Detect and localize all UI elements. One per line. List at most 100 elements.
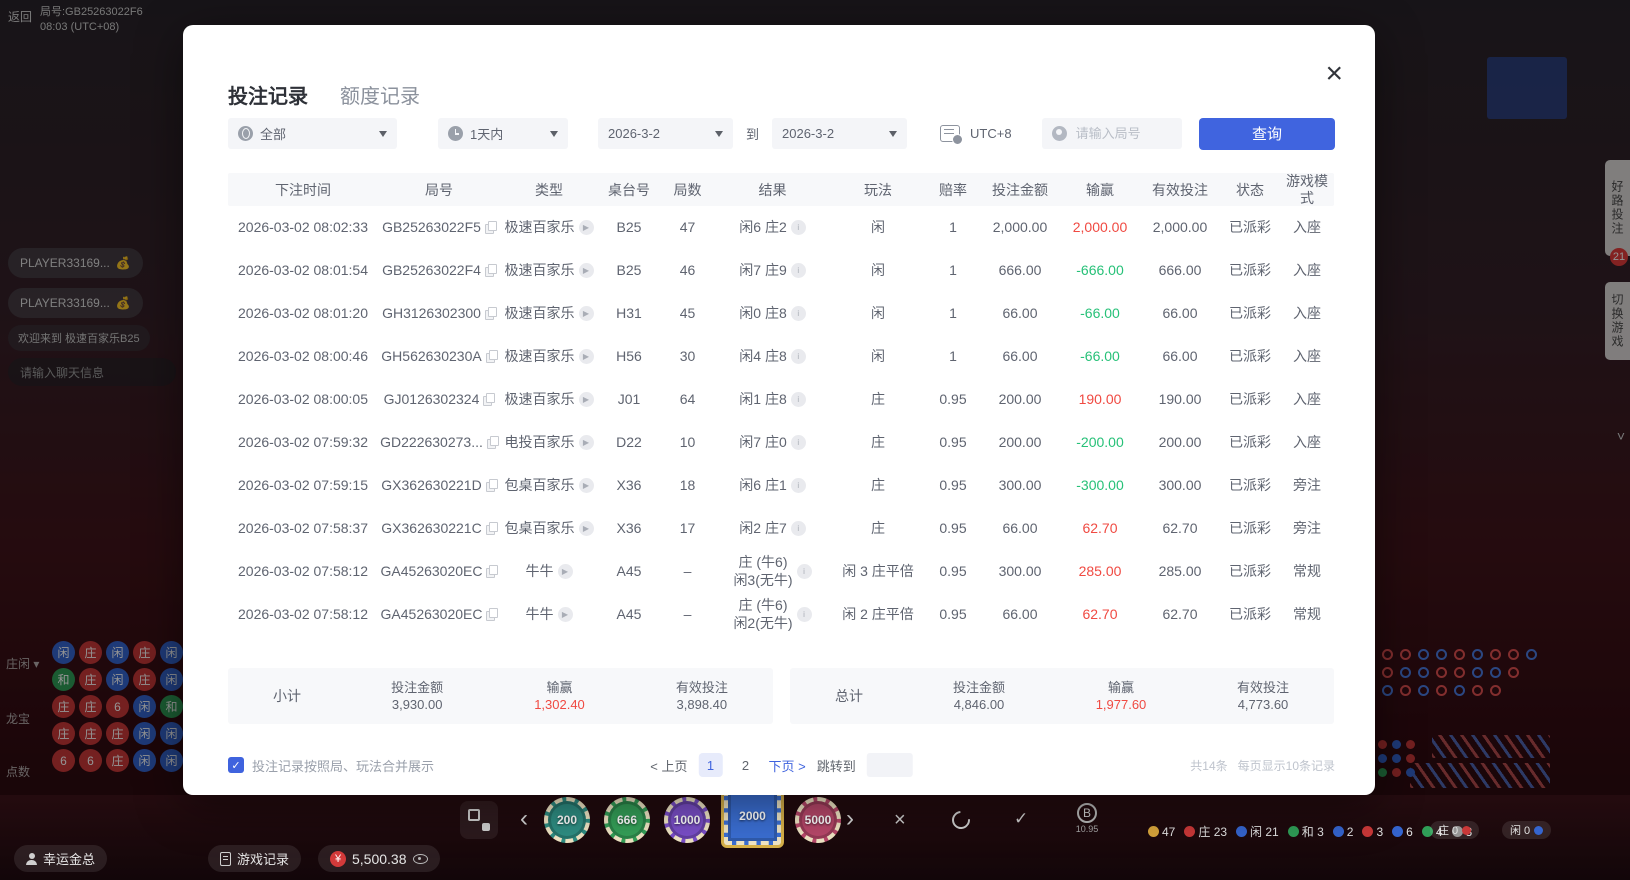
copy-icon[interactable]: [486, 608, 497, 621]
copy-icon[interactable]: [486, 479, 497, 492]
play-icon[interactable]: ▶: [579, 521, 594, 536]
copy-icon[interactable]: [485, 307, 496, 320]
next-page-button[interactable]: 下页 >: [768, 756, 805, 775]
cell-bet-amount: 200.00: [980, 378, 1060, 421]
table-body: 2026-03-02 08:02:33 GB25263022F5 极速百家乐▶ …: [228, 206, 1334, 636]
cell-result: 庄 (牛6)闲2(无牛)i: [715, 593, 830, 636]
copy-icon[interactable]: [487, 436, 498, 449]
copy-icon[interactable]: [485, 264, 496, 277]
cell-result: 闲6 庄2i: [715, 206, 830, 249]
page-button-2[interactable]: 2: [733, 753, 757, 777]
copy-icon[interactable]: [486, 350, 497, 363]
jump-page-input[interactable]: [867, 753, 913, 777]
cell-game-mode: 入座: [1280, 421, 1334, 464]
play-icon[interactable]: ▶: [579, 435, 594, 450]
play-icon[interactable]: ▶: [579, 306, 594, 321]
category-select[interactable]: 全部: [228, 118, 397, 149]
play-icon[interactable]: ▶: [579, 392, 594, 407]
b-value: 10.95: [1072, 824, 1102, 834]
cell-game-mode: 旁注: [1280, 507, 1334, 550]
column-header: 桌台号: [598, 173, 660, 207]
tab-bet-records[interactable]: 投注记录: [228, 80, 308, 121]
copy-icon[interactable]: [486, 565, 497, 578]
play-icon[interactable]: ▶: [579, 263, 594, 278]
info-icon[interactable]: i: [791, 306, 806, 321]
lucky-gold-label: 幸运金总: [43, 849, 95, 868]
currency-icon: ¥: [330, 851, 346, 867]
info-icon[interactable]: i: [791, 263, 806, 278]
valid-value: 4,773.60: [1192, 696, 1334, 713]
cancel-bet-icon[interactable]: ×: [894, 809, 906, 832]
copy-icon[interactable]: [483, 393, 494, 406]
game-history-button[interactable]: 游戏记录: [208, 845, 301, 872]
prev-page-button[interactable]: < 上页: [650, 756, 687, 775]
page-button-1[interactable]: 1: [698, 753, 722, 777]
chip-2000[interactable]: 2000: [724, 788, 781, 845]
chip-666[interactable]: 666: [604, 797, 650, 843]
play-icon[interactable]: ▶: [579, 349, 594, 364]
cell-table-no: A45: [598, 593, 660, 636]
round-search-input[interactable]: [1074, 125, 1169, 142]
play-icon[interactable]: ▶: [579, 478, 594, 493]
subtotal-label: 小计: [228, 686, 346, 706]
close-icon[interactable]: ×: [1325, 61, 1343, 87]
bottom-bar: 幸运金总 游戏记录 ¥ 5,500.38 ‹ 20066610002000500…: [0, 795, 1630, 880]
confirm-bet-icon[interactable]: ✓: [1014, 809, 1028, 829]
info-icon[interactable]: i: [791, 521, 806, 536]
play-icon[interactable]: ▶: [558, 607, 573, 622]
chip-5000[interactable]: 5000: [795, 797, 841, 843]
rebet-icon[interactable]: [948, 807, 973, 832]
cell-bet-time: 2026-03-02 08:01:54: [228, 249, 378, 292]
winloss-header: 输赢: [1050, 679, 1192, 696]
subtotal-valid: 有效投注 3,898.40: [631, 679, 773, 713]
info-icon[interactable]: i: [791, 435, 806, 450]
bet-records-dialog: × 投注记录 额度记录 全部 1天内 2026-3-2 到 2026-3-2: [183, 25, 1375, 795]
cell-result: 闲6 庄1i: [715, 464, 830, 507]
info-icon[interactable]: i: [791, 349, 806, 364]
copy-icon[interactable]: [486, 522, 497, 535]
cell-round-id: GD222630273...: [378, 421, 500, 464]
cell-odds: 1: [926, 249, 980, 292]
info-icon[interactable]: i: [791, 220, 806, 235]
info-icon[interactable]: i: [791, 478, 806, 493]
lucky-gold-button[interactable]: 幸运金总: [14, 845, 107, 872]
cell-round-count: 18: [660, 464, 715, 507]
pagination: < 上页 1 2 下页 > 跳转到: [650, 753, 912, 777]
total-valid: 有效投注 4,773.60: [1192, 679, 1334, 713]
info-icon[interactable]: i: [797, 564, 812, 579]
copy-icon[interactable]: [485, 221, 496, 234]
total-label: 总计: [790, 686, 908, 706]
date-to-select[interactable]: 2026-3-2: [772, 118, 907, 149]
info-icon[interactable]: i: [797, 607, 812, 622]
cell-win-loss: -300.00: [1060, 464, 1140, 507]
time-range-select[interactable]: 1天内: [438, 118, 568, 149]
cell-status: 已派彩: [1220, 335, 1280, 378]
cell-valid-bet: 62.70: [1140, 507, 1220, 550]
play-icon[interactable]: ▶: [558, 564, 573, 579]
transfer-icon[interactable]: [460, 801, 498, 839]
stat-item: 47: [1148, 825, 1175, 839]
tab-quota-records[interactable]: 额度记录: [340, 80, 420, 121]
cell-result: 闲0 庄8i: [715, 292, 830, 335]
info-icon[interactable]: i: [791, 392, 806, 407]
winloss-header: 输赢: [488, 679, 630, 696]
eye-icon[interactable]: [413, 854, 428, 864]
table-row: 2026-03-02 07:59:32 GD222630273... 电投百家乐…: [228, 421, 1334, 464]
cell-game-mode: 入座: [1280, 335, 1334, 378]
banker-dot-icon: [1462, 826, 1471, 835]
play-icon[interactable]: ▶: [579, 220, 594, 235]
chevron-left-icon[interactable]: ‹: [520, 807, 528, 831]
calendar-icon[interactable]: [940, 125, 960, 142]
cell-table-no: X36: [598, 507, 660, 550]
query-button[interactable]: 查询: [1199, 118, 1335, 150]
chip-1000[interactable]: 1000: [664, 797, 710, 843]
chip-200[interactable]: 200: [544, 797, 590, 843]
cell-bet-amount: 2,000.00: [980, 206, 1060, 249]
cell-table-no: H56: [598, 335, 660, 378]
app-root: 返回 局号:GB25263022F6 08:03 (UTC+08) PLAYER…: [0, 0, 1630, 880]
round-search-box: [1042, 118, 1182, 149]
cell-round-id: GB25263022F4: [378, 249, 500, 292]
date-from-select[interactable]: 2026-3-2: [598, 118, 733, 149]
merge-checkbox[interactable]: ✓: [228, 757, 244, 773]
chevron-right-icon[interactable]: ›: [846, 807, 854, 831]
